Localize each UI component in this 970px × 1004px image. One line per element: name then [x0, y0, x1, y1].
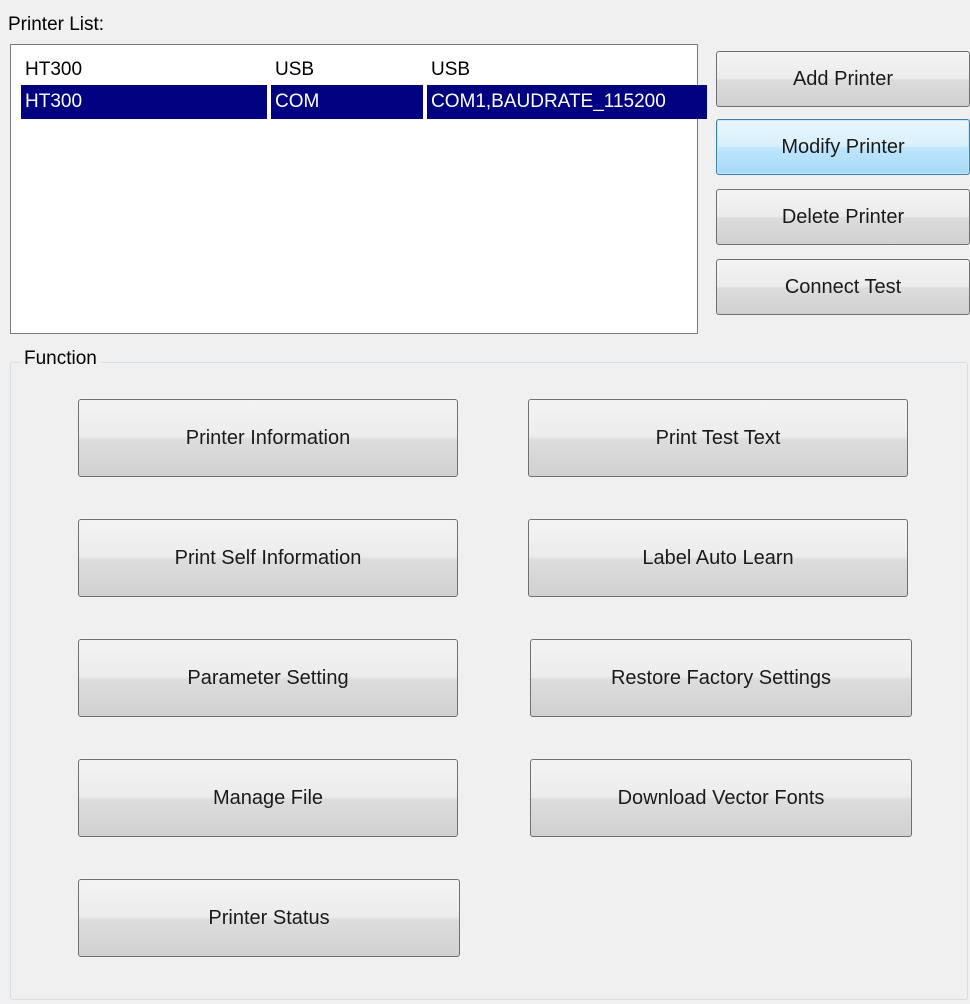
printer-list[interactable]: HT300 USB USB HT300 COM COM1,BAUDRATE_11…	[10, 44, 707, 334]
connect-test-button[interactable]: Connect Test	[716, 259, 970, 315]
printer-information-button[interactable]: Printer Information	[78, 399, 458, 477]
printer-list-row-selected[interactable]: HT300 COM COM1,BAUDRATE_115200	[21, 85, 707, 119]
print-test-text-button[interactable]: Print Test Text	[528, 399, 908, 477]
printer-list-row[interactable]: HT300 USB USB	[21, 53, 697, 87]
print-self-information-button[interactable]: Print Self Information	[78, 519, 458, 597]
printer-interface-cell: USB	[275, 59, 315, 80]
printer-status-button[interactable]: Printer Status	[78, 879, 460, 957]
manage-file-button[interactable]: Manage File	[78, 759, 458, 837]
parameter-setting-button[interactable]: Parameter Setting	[78, 639, 458, 717]
printer-name-cell: HT300	[21, 85, 267, 119]
delete-printer-button[interactable]: Delete Printer	[716, 189, 970, 245]
printer-name-cell: HT300	[25, 59, 83, 80]
modify-printer-button[interactable]: Modify Printer	[716, 119, 970, 175]
printer-port-cell: USB	[431, 59, 471, 80]
printer-interface-cell: COM	[271, 85, 423, 119]
download-vector-fonts-button[interactable]: Download Vector Fonts	[530, 759, 912, 837]
label-auto-learn-button[interactable]: Label Auto Learn	[528, 519, 908, 597]
function-group-title: Function	[20, 348, 101, 370]
restore-factory-settings-button[interactable]: Restore Factory Settings	[530, 639, 912, 717]
printer-port-cell: COM1,BAUDRATE_115200	[427, 85, 707, 119]
add-printer-button[interactable]: Add Printer	[716, 51, 970, 107]
printer-list-label: Printer List:	[8, 14, 105, 35]
